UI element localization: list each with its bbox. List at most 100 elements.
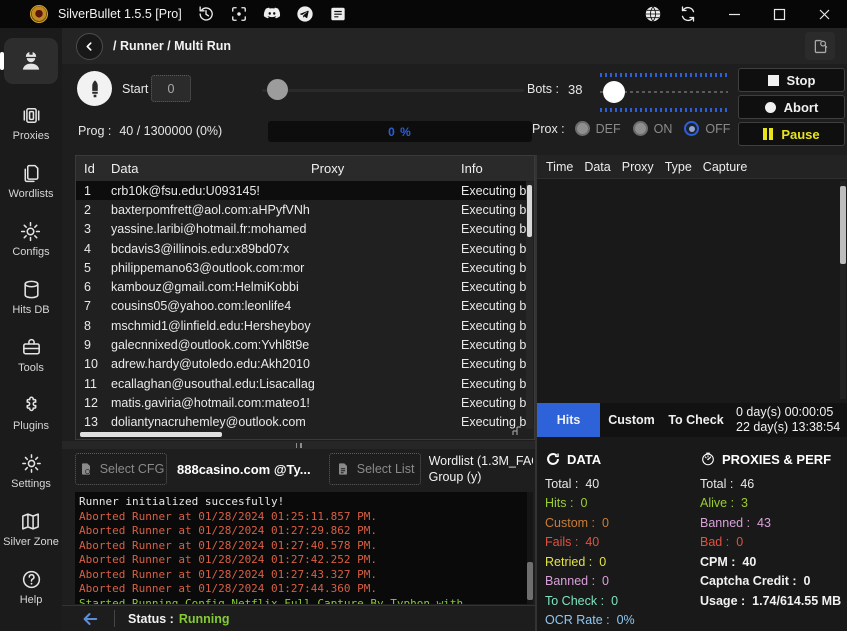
cell-info: Executing b — [461, 357, 526, 371]
sidebar-item-silver-zone[interactable]: Silver Zone — [3, 510, 59, 548]
horizontal-splitter[interactable] — [62, 441, 535, 449]
close-button[interactable] — [802, 0, 847, 28]
page-search-icon[interactable] — [805, 32, 835, 60]
table-row[interactable]: 11ecallaghan@usouthal.edu:LisacallagExec… — [76, 374, 526, 393]
sidebar-item-tools[interactable]: Tools — [18, 336, 44, 374]
table-row[interactable]: 6kambouz@gmail.com:HelmiKobbiExecuting b — [76, 277, 526, 296]
results-column-proxy[interactable]: Proxy — [622, 160, 654, 174]
telegram-icon[interactable] — [295, 4, 315, 24]
table-row[interactable]: 13doliantynacruhemley@outlook.comExecuti… — [76, 413, 526, 430]
stats-panels: DATATotal :40Hits :0Custom :0Fails :40Re… — [537, 437, 847, 631]
globe-icon[interactable] — [643, 4, 663, 24]
results-column-time[interactable]: Time — [546, 160, 573, 174]
proxies-stat-value: 40 — [742, 555, 756, 569]
cell-data: bcdavis3@illinois.edu:x89bd07x — [111, 242, 311, 256]
changelog-icon[interactable] — [328, 4, 348, 24]
proxies-stat-usage: Usage :1.74/614.55 MB — [700, 591, 847, 611]
sidebar-item-runner[interactable] — [4, 38, 58, 84]
cell-id: 5 — [76, 261, 111, 275]
grid-column-info[interactable]: Info — [461, 161, 534, 176]
maximize-button[interactable] — [757, 0, 802, 28]
cell-id: 6 — [76, 280, 111, 294]
minimize-button[interactable] — [712, 0, 757, 28]
select-list-button[interactable]: Select List — [329, 453, 421, 485]
select-list-label: Select List — [357, 462, 415, 476]
sidebar-item-label: Wordlists — [8, 188, 53, 200]
sidebar-item-help[interactable]: Help — [20, 568, 43, 606]
data-stat-label: OCR Rate : — [545, 613, 610, 627]
sidebar-item-plugins[interactable]: Plugins — [13, 394, 49, 432]
table-row[interactable]: 4bcdavis3@illinois.edu:x89bd07xExecuting… — [76, 239, 526, 258]
start-input[interactable] — [151, 75, 191, 102]
bots-label: Bots : — [527, 82, 559, 96]
proxies-stat-label: Banned : — [700, 516, 750, 530]
cell-info: Executing b — [461, 319, 526, 333]
grid-column-id[interactable]: Id — [76, 161, 111, 176]
sync-icon[interactable] — [678, 4, 698, 24]
back-arrow-icon[interactable] — [80, 609, 100, 629]
table-row[interactable]: 1crb10k@fsu.edu:U093145!Executing b — [76, 181, 526, 200]
data-stat-total: Total :40 — [545, 474, 692, 494]
table-row[interactable]: 3yassine.laribi@hotmail.fr:mohamedExecut… — [76, 220, 526, 239]
grid-hscroll-thumb[interactable] — [80, 432, 222, 437]
silver-zone-map-icon — [19, 510, 42, 533]
pause-button[interactable]: Pause — [738, 122, 845, 146]
table-row[interactable]: 8mschmid1@linfield.edu:HersheyboyExecuti… — [76, 316, 526, 335]
sidebar-item-label: Help — [20, 594, 43, 606]
table-row[interactable]: 9galecnnixed@outlook.com:Yvhl8t9eExecuti… — [76, 335, 526, 354]
sidebar-item-hits-db[interactable]: Hits DB — [12, 278, 49, 316]
start-slider[interactable] — [262, 89, 524, 92]
grid-vertical-scrollbar[interactable] — [526, 182, 533, 429]
sidebar-item-proxies[interactable]: Proxies — [13, 104, 50, 142]
table-row[interactable]: 7cousins05@yahoo.com:leonlife4Executing … — [76, 297, 526, 316]
runner-worker-icon — [18, 48, 44, 74]
abort-button[interactable]: Abort — [738, 95, 845, 119]
status-bar: Status : Running — [62, 605, 535, 631]
results-column-capture[interactable]: Capture — [703, 160, 747, 174]
history-icon[interactable] — [196, 4, 216, 24]
results-scroll-thumb[interactable] — [840, 186, 846, 264]
proxies-stat-value: 46 — [740, 477, 754, 491]
capture-icon[interactable] — [229, 4, 249, 24]
resize-grip-icon[interactable] — [511, 425, 522, 436]
bots-slider[interactable] — [600, 73, 728, 112]
tab-custom[interactable]: Custom — [600, 403, 663, 437]
grid-column-data[interactable]: Data — [111, 161, 311, 176]
table-row[interactable]: 2baxterpomfrett@aol.com:aHPyfVNhExecutin… — [76, 200, 526, 219]
stop-button[interactable]: Stop — [738, 68, 845, 92]
results-column-type[interactable]: Type — [665, 160, 692, 174]
grid-column-proxy[interactable]: Proxy — [311, 161, 461, 176]
sidebar-item-configs[interactable]: Configs — [12, 220, 49, 258]
data-stat-label: Retried : — [545, 555, 592, 569]
bots-slider-thumb[interactable] — [603, 81, 625, 103]
grid-vscroll-thumb[interactable] — [527, 185, 532, 237]
results-column-data[interactable]: Data — [584, 160, 610, 174]
prox-radio-def[interactable]: DEF — [575, 121, 621, 136]
data-stat-value: 40 — [585, 535, 599, 549]
discord-icon[interactable] — [262, 4, 282, 24]
cell-id: 9 — [76, 338, 111, 352]
results-scrollbar[interactable] — [840, 181, 846, 399]
table-row[interactable]: 5philippemano63@outlook.com:morExecuting… — [76, 258, 526, 277]
proxies-stat-alive: Alive :3 — [700, 494, 847, 514]
table-row[interactable]: 10adrew.hardy@utoledo.edu:Akh2010Executi… — [76, 355, 526, 374]
abort-icon — [765, 102, 776, 113]
data-stat-label: Fails : — [545, 535, 578, 549]
prox-radio-on[interactable]: ON — [633, 121, 673, 136]
table-row[interactable]: 12matis.gaviria@hotmail.com:mateo1!Execu… — [76, 393, 526, 412]
cell-info: Executing b — [461, 184, 526, 198]
prox-radio-off[interactable]: OFF — [684, 121, 730, 136]
log-scroll-thumb[interactable] — [527, 562, 533, 600]
results-panel: Time Data Proxy Type Capture — [537, 155, 847, 403]
select-cfg-button[interactable]: Select CFG — [75, 453, 167, 485]
tab-hits[interactable]: Hits — [537, 403, 600, 437]
grid-horizontal-scrollbar[interactable] — [78, 432, 378, 437]
start-slider-thumb[interactable] — [267, 79, 288, 100]
sidebar-item-settings[interactable]: Settings — [11, 452, 51, 490]
sidebar-item-wordlists[interactable]: Wordlists — [8, 162, 53, 200]
tab-to-check[interactable]: To Check — [663, 403, 729, 437]
proxies-stat-label: Bad : — [700, 535, 729, 549]
log-scrollbar[interactable] — [527, 492, 533, 604]
back-button[interactable] — [76, 33, 103, 60]
sidebar-item-label: Settings — [11, 478, 51, 490]
